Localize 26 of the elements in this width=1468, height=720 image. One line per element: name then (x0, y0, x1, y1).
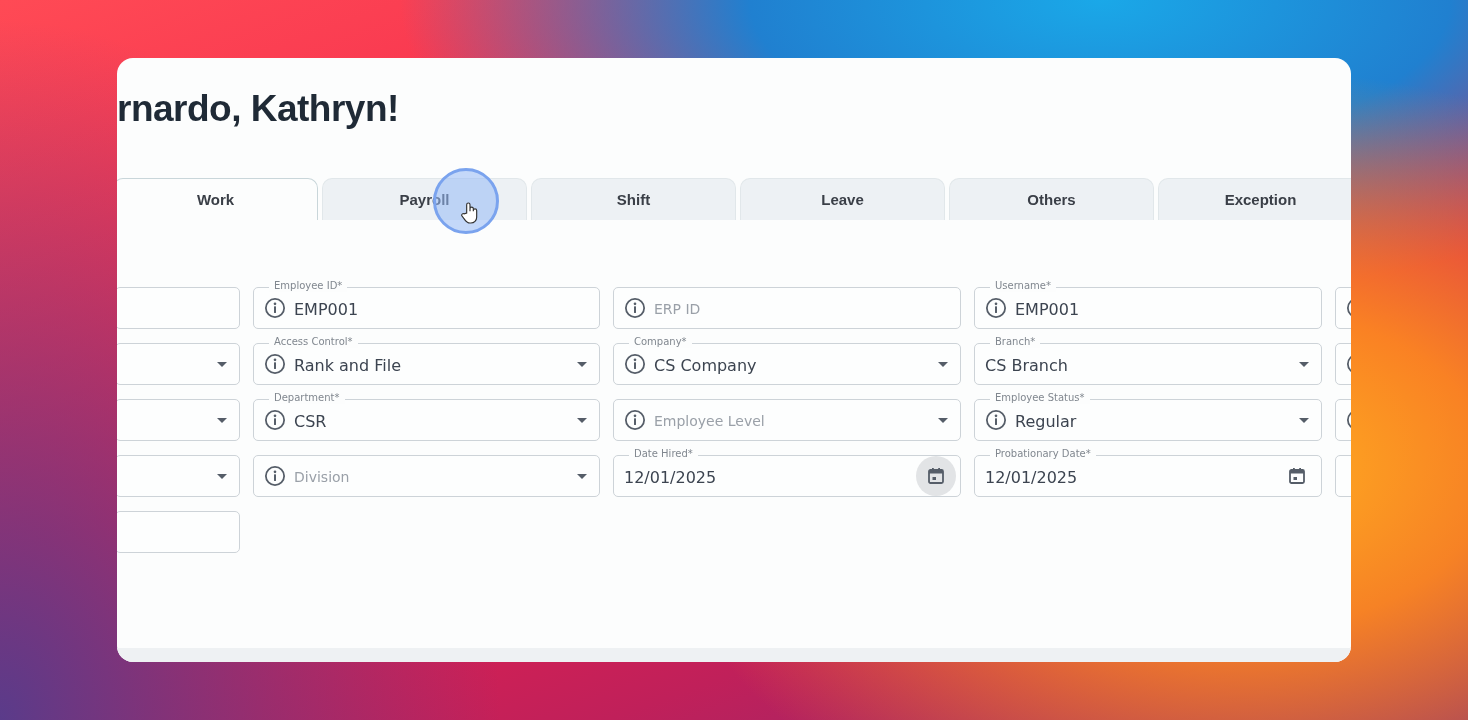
tab[interactable]: Work (117, 178, 318, 220)
caret-icon (938, 417, 948, 423)
caret-icon (577, 473, 587, 479)
tab[interactable]: Exception (1158, 178, 1351, 220)
info-icon (264, 409, 286, 431)
caret-icon (217, 473, 227, 479)
caret-icon (1299, 417, 1309, 423)
info-icon (985, 409, 1007, 431)
page-heading: rnardo, Kathryn! (117, 87, 400, 131)
tab[interactable]: Others (949, 178, 1154, 220)
caret-icon (1299, 361, 1309, 367)
caret-icon (217, 417, 227, 423)
info-icon (624, 297, 646, 319)
info-icon (624, 409, 646, 431)
caret-icon (217, 361, 227, 367)
caret-icon (938, 361, 948, 367)
info-icon (624, 353, 646, 375)
info-icon (264, 465, 286, 487)
info-icon (264, 353, 286, 375)
caret-icon (577, 361, 587, 367)
info-icon (264, 297, 286, 319)
tab[interactable]: Leave (740, 178, 945, 220)
info-icon (985, 297, 1007, 319)
hand-cursor-icon (460, 201, 480, 225)
tab[interactable]: Shift (531, 178, 736, 220)
caret-icon (577, 417, 587, 423)
